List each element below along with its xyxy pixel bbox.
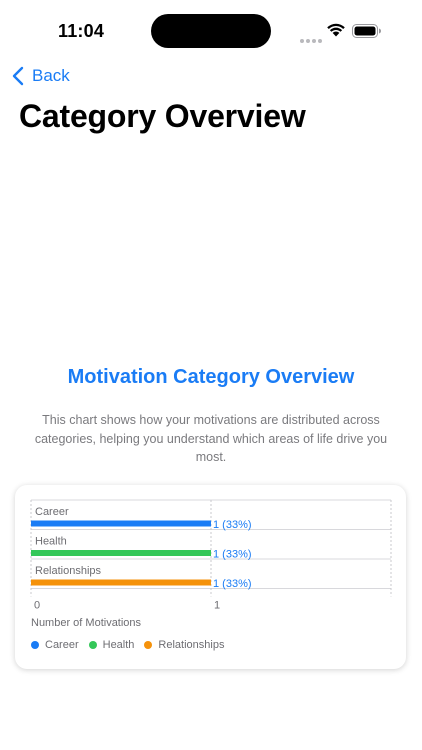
chart-legend: Career Health Relationships [31,639,234,651]
category-label: Relationships [35,565,102,577]
bar-chart: Career 1 (33%) Health 1 (33%) Relationships 1… [30,499,392,612]
chart-section-title: Motivation Category Overview [67,366,355,388]
x-axis-title: Number of Motivations [31,617,142,629]
wifi-icon [327,23,345,37]
chart-description: This chart shows how your motivations ar… [34,413,388,464]
bar [31,579,211,586]
legend-dot [144,641,153,649]
x-tick-label: 1 [214,600,220,612]
status-bar: 11:04 [0,0,422,60]
legend-item: Relationships [144,639,224,651]
battery-icon [352,24,381,38]
bar-value-label: 1 (33%) [213,519,252,531]
dynamic-island [151,14,271,48]
category-label: Career [35,506,69,518]
chart-card: Career 1 (33%) Health 1 (33%) Relationships 1… [15,485,406,669]
legend-label: Career [45,639,79,651]
category-label: Health [35,536,67,548]
legend-dot [88,641,97,649]
bar [31,520,211,527]
legend-item: Health [88,639,135,651]
legend-label: Relationships [158,639,225,651]
status-time: 11:04 [58,21,105,41]
cellular-signal-icon [300,30,324,48]
bar [31,550,211,556]
legend-item: Career [31,639,79,651]
bar-value-label: 1 (33%) [213,578,252,590]
page-title: Category Overview [19,98,306,134]
legend-label: Health [102,639,135,651]
legend-dot [31,641,39,649]
x-tick-label: 0 [34,600,40,612]
bar-value-label: 1 (33%) [213,549,252,561]
back-label: Back [32,66,70,85]
chevron-left-icon [12,66,24,86]
back-button[interactable]: Back [12,64,70,88]
